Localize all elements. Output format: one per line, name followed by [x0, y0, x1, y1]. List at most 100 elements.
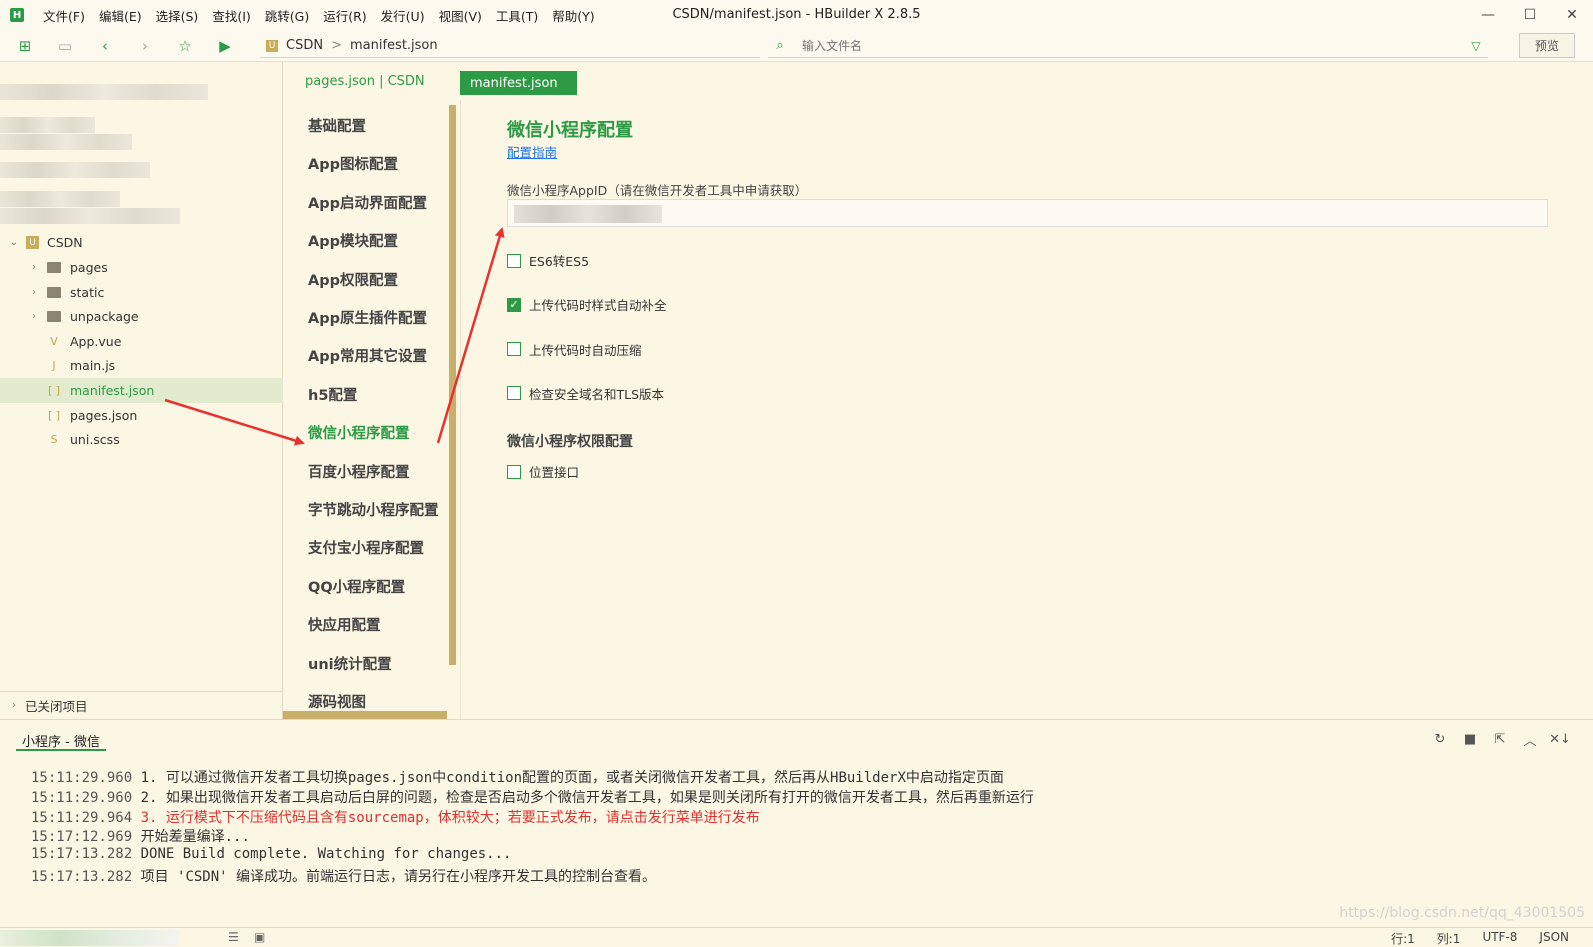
- option-row[interactable]: 检查安全域名和TLS版本: [507, 384, 664, 403]
- tree-item-uni-scss[interactable]: Suni.scss: [0, 427, 283, 452]
- console-tool-icon[interactable]: ↻: [1431, 730, 1449, 748]
- log-timestamp: 15:11:29.964: [31, 809, 133, 826]
- config-nav-item[interactable]: 源码视图: [308, 691, 366, 712]
- tree-item-main-js[interactable]: Jmain.js: [0, 353, 283, 378]
- config-nav-item[interactable]: 支付宝小程序配置: [308, 537, 424, 558]
- list-icon[interactable]: ☰: [228, 930, 239, 944]
- preview-button[interactable]: 预览: [1519, 33, 1575, 58]
- option-label: 位置接口: [529, 465, 580, 480]
- breadcrumb-file[interactable]: manifest.json: [350, 38, 438, 53]
- log-line: 15:17:13.282 DONE Build complete. Watchi…: [31, 846, 1034, 866]
- blurred-status-info: [0, 930, 180, 946]
- checkbox[interactable]: [507, 386, 521, 401]
- cursor-line: 行:1: [1391, 932, 1415, 946]
- checkbox[interactable]: [507, 342, 521, 357]
- option-row[interactable]: ✓ 上传代码时样式自动补全: [507, 295, 667, 314]
- terminal-icon[interactable]: ▣: [254, 930, 265, 944]
- window-controls: — ☐ ✕: [1467, 0, 1593, 30]
- save-icon[interactable]: ▭: [50, 33, 80, 59]
- log-line: 15:17:13.282 项目 'CSDN' 编译成功。前端运行日志，请另行在小…: [31, 866, 1034, 886]
- menu-item[interactable]: 文件(F): [36, 6, 92, 25]
- nav-scrollbar[interactable]: [449, 105, 456, 665]
- tree-item-label: static: [70, 284, 105, 300]
- checkbox[interactable]: [507, 464, 521, 479]
- close-button[interactable]: ✕: [1551, 0, 1593, 30]
- console-tool-icon[interactable]: ⇱: [1491, 730, 1509, 748]
- menu-item[interactable]: 查找(I): [205, 6, 257, 25]
- run-icon[interactable]: ▶: [210, 33, 240, 59]
- filter-icon[interactable]: ▽: [1464, 39, 1488, 53]
- log-message: 开始差量编译...: [140, 829, 250, 846]
- option-row[interactable]: 上传代码时自动压缩: [507, 340, 642, 359]
- chevron-right-icon[interactable]: ›: [27, 287, 41, 298]
- tree-item-pages[interactable]: › pages: [0, 255, 283, 280]
- closed-projects-label: 已关闭项目: [25, 699, 88, 714]
- config-nav-item[interactable]: App图标配置: [308, 153, 398, 174]
- tab-pages-json[interactable]: pages.json | CSDN: [305, 74, 425, 89]
- section-title: 微信小程序配置: [507, 120, 633, 141]
- tree-item-unpackage[interactable]: › unpackage: [0, 304, 283, 329]
- log-timestamp: 15:17:12.969: [31, 829, 133, 846]
- new-file-icon[interactable]: ⊞: [10, 33, 40, 59]
- maximize-button[interactable]: ☐: [1509, 0, 1551, 30]
- chevron-right-icon: ›: [12, 700, 16, 711]
- menu-item[interactable]: 选择(S): [149, 6, 206, 25]
- checkbox[interactable]: [507, 253, 521, 268]
- config-nav-item[interactable]: 字节跳动小程序配置: [308, 499, 439, 520]
- config-guide-link[interactable]: 配置指南: [507, 142, 557, 161]
- menu-item[interactable]: 帮助(Y): [545, 6, 601, 25]
- config-nav-item[interactable]: h5配置: [308, 384, 357, 405]
- config-nav-item[interactable]: 基础配置: [308, 115, 366, 136]
- file-search-icon: ⌕: [776, 38, 784, 53]
- option-row[interactable]: ES6转ES5: [507, 251, 589, 270]
- back-icon[interactable]: ‹: [90, 33, 120, 59]
- project-root[interactable]: ⌄ U CSDN: [0, 230, 283, 255]
- config-nav-item[interactable]: QQ小程序配置: [308, 576, 405, 597]
- breadcrumb-project[interactable]: CSDN: [286, 38, 323, 53]
- config-nav-item[interactable]: App原生插件配置: [308, 307, 427, 328]
- console-tool-icon[interactable]: ︿: [1521, 730, 1539, 749]
- config-nav-item[interactable]: App模块配置: [308, 230, 398, 251]
- config-nav-item[interactable]: App权限配置: [308, 269, 398, 290]
- menu-item[interactable]: 跳转(G): [258, 6, 316, 25]
- language-mode[interactable]: JSON: [1539, 930, 1569, 947]
- tree-item-App-vue[interactable]: V App.vue: [0, 329, 283, 354]
- file-search-input[interactable]: [792, 38, 1464, 53]
- checkbox[interactable]: ✓: [507, 297, 521, 312]
- tree-item-static[interactable]: › static: [0, 280, 283, 305]
- chevron-right-icon[interactable]: ›: [27, 262, 41, 273]
- menu-item[interactable]: 视图(V): [432, 6, 489, 25]
- breadcrumb: U CSDN > manifest.json: [260, 34, 760, 58]
- minimize-button[interactable]: —: [1467, 0, 1509, 30]
- config-nav-item[interactable]: App常用其它设置: [308, 345, 427, 366]
- nav-horizontal-scrollbar[interactable]: [283, 711, 447, 719]
- console-tab[interactable]: 小程序 - 微信: [16, 731, 106, 751]
- menu-item[interactable]: 运行(R): [316, 6, 373, 25]
- config-nav-item[interactable]: App启动界面配置: [308, 192, 427, 213]
- forward-icon[interactable]: ›: [130, 33, 160, 59]
- menu-item[interactable]: 工具(T): [489, 6, 545, 25]
- console-tool-icon[interactable]: ✕↓: [1549, 730, 1571, 748]
- blurred-project-list: [0, 84, 210, 234]
- option-label: 上传代码时自动压缩: [529, 342, 642, 358]
- menu-item[interactable]: 发行(U): [374, 6, 432, 25]
- option-row[interactable]: 位置接口: [507, 462, 579, 481]
- log-timestamp: 15:11:29.960: [31, 789, 133, 806]
- config-nav: 基础配置 App图标配置 App启动界面配置 App模块配置 App权限配置 App原生插…: [283, 100, 461, 719]
- option-label: 检查安全域名和TLS版本: [529, 386, 665, 402]
- appid-input[interactable]: [507, 199, 1548, 227]
- tree-item-pages-json[interactable]: [ ] pages.json: [0, 403, 283, 428]
- tab-manifest-json[interactable]: manifest.json: [460, 71, 577, 95]
- menu-bar: 文件(F) 编辑(E) 选择(S) 查找(I) 跳转(G) 运行(R) 发行(U) 视图(V)…: [36, 6, 602, 25]
- closed-projects[interactable]: › 已关闭项目: [0, 691, 283, 719]
- chevron-right-icon[interactable]: ›: [27, 311, 41, 322]
- encoding[interactable]: UTF-8: [1482, 930, 1517, 947]
- console-tool-icon[interactable]: ■: [1461, 730, 1479, 748]
- tree-item-manifest-json[interactable]: [ ] manifest.json: [0, 378, 283, 403]
- config-nav-item[interactable]: 快应用配置: [308, 614, 381, 635]
- config-nav-item[interactable]: 百度小程序配置: [308, 461, 410, 482]
- config-nav-item[interactable]: uni统计配置: [308, 653, 392, 674]
- menu-item[interactable]: 编辑(E): [92, 6, 149, 25]
- star-icon[interactable]: ☆: [170, 33, 200, 59]
- config-nav-item[interactable]: 微信小程序配置: [308, 422, 410, 443]
